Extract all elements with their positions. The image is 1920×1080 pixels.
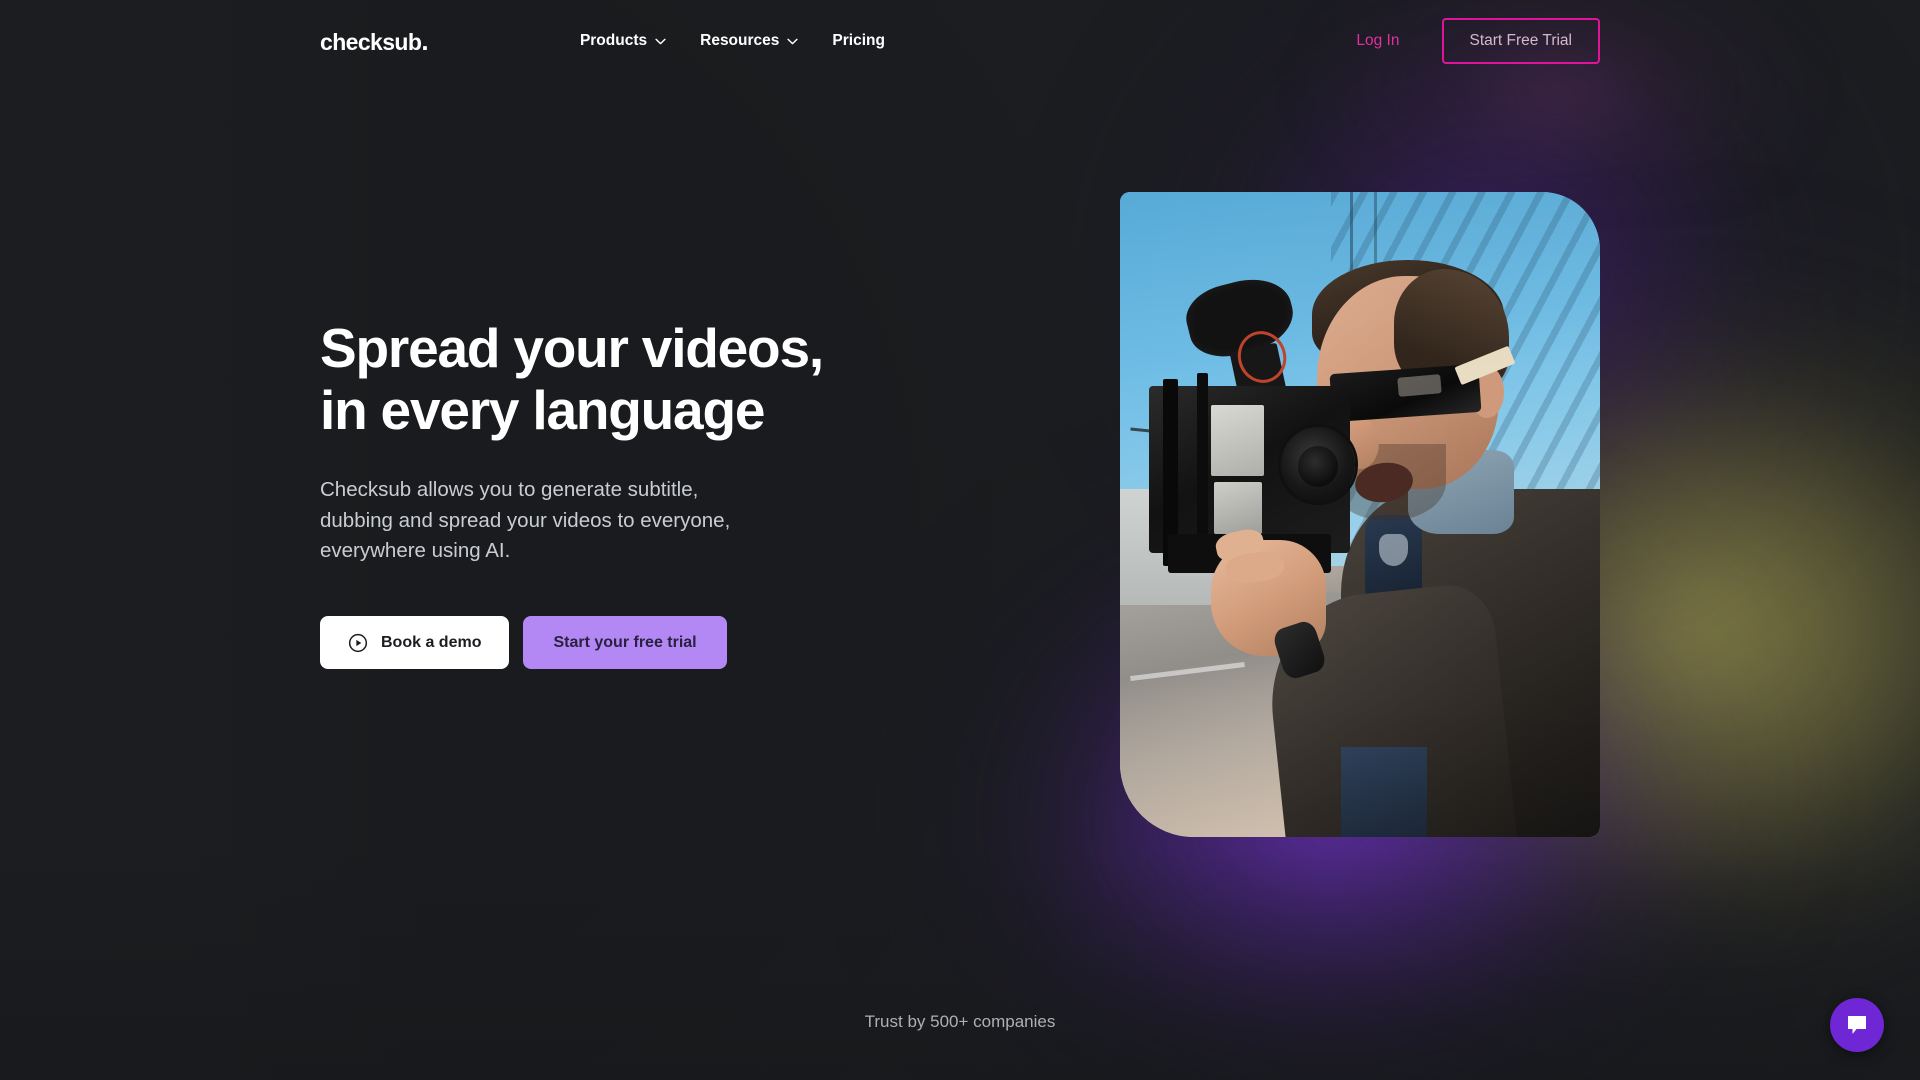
nav-left-group: checksub. Products Resources Pricing <box>320 28 885 54</box>
hero-subtitle: Checksub allows you to generate subtitle… <box>320 478 731 562</box>
nav-item-products[interactable]: Products <box>580 32 666 50</box>
login-link[interactable]: Log In <box>1356 32 1399 50</box>
trust-caption: Trust by 500+ companies <box>864 1012 1056 1031</box>
brand-logo[interactable]: checksub. <box>320 26 429 56</box>
chat-widget-button[interactable] <box>1830 998 1884 1052</box>
nav-item-resources-label: Resources <box>700 32 780 49</box>
nav-right-group: Log In Start Free Trial <box>1356 18 1600 64</box>
chevron-down-icon <box>655 38 666 45</box>
hero-image <box>1120 192 1600 837</box>
book-a-demo-button[interactable]: Book a demo <box>320 616 510 670</box>
hero-photo-cameraman <box>1120 192 1600 837</box>
chevron-down-icon <box>787 38 799 45</box>
background-decoration <box>0 0 1920 1080</box>
nav-links: Products Resources Pricing <box>580 32 885 50</box>
hero-content: Spread your videos, in every language Ch… <box>320 317 960 670</box>
nav-item-pricing[interactable]: Pricing <box>832 32 885 50</box>
play-circle-icon <box>348 633 368 653</box>
photo-shading-overlay <box>1120 192 1600 837</box>
hero-cta-row: Book a demo Start your free trial <box>320 616 960 670</box>
nav-item-products-label: Products <box>579 32 648 49</box>
dark-bottom-fade <box>0 850 1920 1080</box>
brand-logo-dot: . <box>421 26 428 56</box>
book-a-demo-label: Book a demo <box>381 633 482 651</box>
nav-item-resources[interactable]: Resources <box>700 32 799 50</box>
brand-logo-text: checksub <box>320 29 422 55</box>
chat-bubble-icon <box>1844 1012 1870 1038</box>
start-free-trial-button[interactable]: Start Free Trial <box>1441 18 1600 64</box>
page-title: Spread your videos, in every language <box>320 317 824 441</box>
nav-item-pricing-label: Pricing <box>832 32 885 49</box>
landing-page: checksub. Products Resources Pricing Log… <box>0 0 1920 1080</box>
top-navigation-bar: checksub. Products Resources Pricing Log… <box>0 0 1920 82</box>
start-your-free-trial-button[interactable]: Start your free trial <box>523 616 727 670</box>
